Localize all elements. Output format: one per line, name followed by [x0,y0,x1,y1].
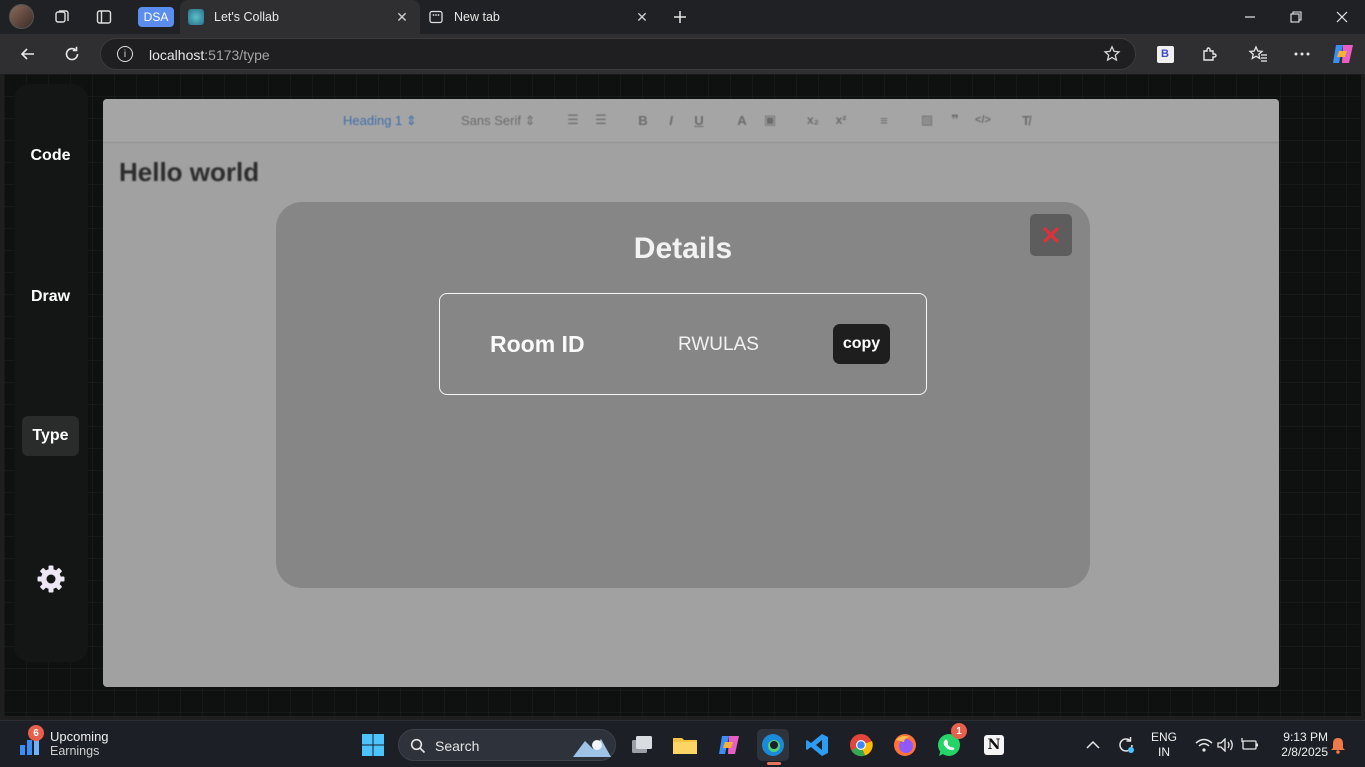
workspaces-icon[interactable] [49,5,75,29]
superscript-icon[interactable]: x² [834,113,848,127]
firefox-icon[interactable] [889,729,921,761]
tab-lets-collab[interactable]: Let's Collab ✕ [180,0,420,34]
room-id-label: Room ID [490,331,585,357]
sync-icon[interactable] [1110,729,1142,761]
modal-title: Details [633,232,733,265]
sidebar-item-type[interactable]: Type [22,416,79,456]
sidebar: Code Draw Type [14,84,88,662]
notification-bell-icon[interactable] [1322,729,1354,761]
background-color-icon[interactable]: ▣ [763,112,777,127]
start-windows-icon[interactable] [357,729,389,761]
tab-actions-icon[interactable] [91,5,117,29]
site-info-icon[interactable]: i [117,46,133,62]
editor-toolbar: Heading 1 ⇕ Sans Serif ⇕ ☰ ☰ B I U A ▣ x… [103,99,1279,143]
app-page: Code Draw Type Heading 1 ⇕ Sans Serif ⇕ … [4,74,1361,716]
taskbar-search[interactable]: Search [398,729,616,761]
details-modal: Details Room ID RWULAS copy [276,202,1090,588]
align-icon[interactable]: ≡ [877,113,891,128]
vscode-icon[interactable] [801,729,833,761]
stocks-chart-icon: 6 [18,725,44,757]
taskbar: 6 Upcoming Earnings Search 1 N ENG IN 9:… [0,720,1365,767]
tab-group-dsa[interactable]: DSA [138,7,174,27]
whatsapp-badge: 1 [951,723,967,739]
collab-favicon-icon [188,9,204,25]
copy-button[interactable]: copy [833,324,890,364]
favorites-icon[interactable] [1244,40,1272,68]
modal-close-button[interactable] [1030,214,1072,256]
favorite-star-icon[interactable] [1103,45,1121,68]
new-tab-favicon-icon [428,9,444,25]
back-arrow-icon[interactable] [14,40,42,68]
tab-new-tab[interactable]: New tab ✕ [420,0,660,34]
tab-strip: DSA Let's Collab ✕ New tab ✕ [0,0,1365,34]
whatsapp-icon[interactable]: 1 [933,723,967,761]
italic-icon[interactable]: I [664,113,678,128]
address-bar[interactable]: i localhost:5173/type [100,38,1136,70]
tab-title: New tab [454,10,500,24]
close-x-icon [1043,227,1059,243]
document-heading[interactable]: Hello world [119,157,259,188]
extensions-puzzle-icon[interactable] [1195,40,1223,68]
underline-icon[interactable]: U [692,113,706,128]
copilot-icon[interactable] [1329,40,1357,68]
settings-gear-icon[interactable] [36,564,66,594]
bullet-list-icon[interactable]: ☰ [594,112,608,127]
blockquote-icon[interactable]: ❞ [948,112,962,127]
restore-icon[interactable] [1273,0,1319,34]
image-icon[interactable]: ▨ [920,112,934,127]
chrome-icon[interactable] [845,729,877,761]
file-explorer-icon[interactable] [669,729,701,761]
subscript-icon[interactable]: x₂ [806,113,820,127]
widget-subtitle: Earnings [50,744,100,758]
search-highlight-icon [573,739,611,757]
close-tab-icon[interactable]: ✕ [634,9,650,25]
widget-title: Upcoming [50,729,109,744]
notion-icon[interactable]: N [978,729,1010,761]
widgets-badge: 6 [28,725,44,741]
show-hidden-icons-chevron-icon[interactable] [1077,729,1109,761]
close-window-icon[interactable] [1319,0,1365,34]
more-menu-icon[interactable] [1288,40,1316,68]
bold-icon[interactable]: B [636,113,650,128]
clear-format-icon[interactable]: T̸ [1019,113,1033,128]
edge-browser-icon[interactable] [757,729,789,765]
font-select[interactable]: Sans Serif ⇕ [461,113,536,129]
task-view-icon[interactable] [626,729,658,761]
input-language[interactable]: ENG IN [1146,730,1182,760]
battery-icon[interactable] [1234,729,1266,761]
refresh-icon[interactable] [58,40,86,68]
search-label: Search [435,738,480,754]
copilot-app-icon[interactable] [713,729,745,761]
extension-b-icon[interactable]: B [1151,40,1179,68]
code-block-icon[interactable]: </> [975,113,991,127]
text-color-icon[interactable]: A [735,113,749,128]
profile-avatar[interactable] [9,4,34,29]
sidebar-item-draw[interactable]: Draw [22,277,79,317]
room-id-box: Room ID RWULAS copy [439,293,927,395]
tab-title: Let's Collab [214,10,279,24]
minimize-icon[interactable] [1227,0,1273,34]
search-icon [410,738,426,754]
room-id-value: RWULAS [678,334,759,355]
sidebar-item-code[interactable]: Code [22,136,79,176]
clock[interactable]: 9:13 PM 2/8/2025 [1268,730,1328,760]
heading-select[interactable]: Heading 1 ⇕ [343,113,417,129]
url-text: localhost:5173/type [149,47,270,63]
widgets-news[interactable]: 6 Upcoming Earnings [18,725,109,759]
close-tab-icon[interactable]: ✕ [394,9,410,25]
new-tab-plus-icon[interactable] [667,5,693,29]
browser-toolbar: i localhost:5173/type B [0,34,1365,74]
ordered-list-icon[interactable]: ☰ [566,112,580,127]
